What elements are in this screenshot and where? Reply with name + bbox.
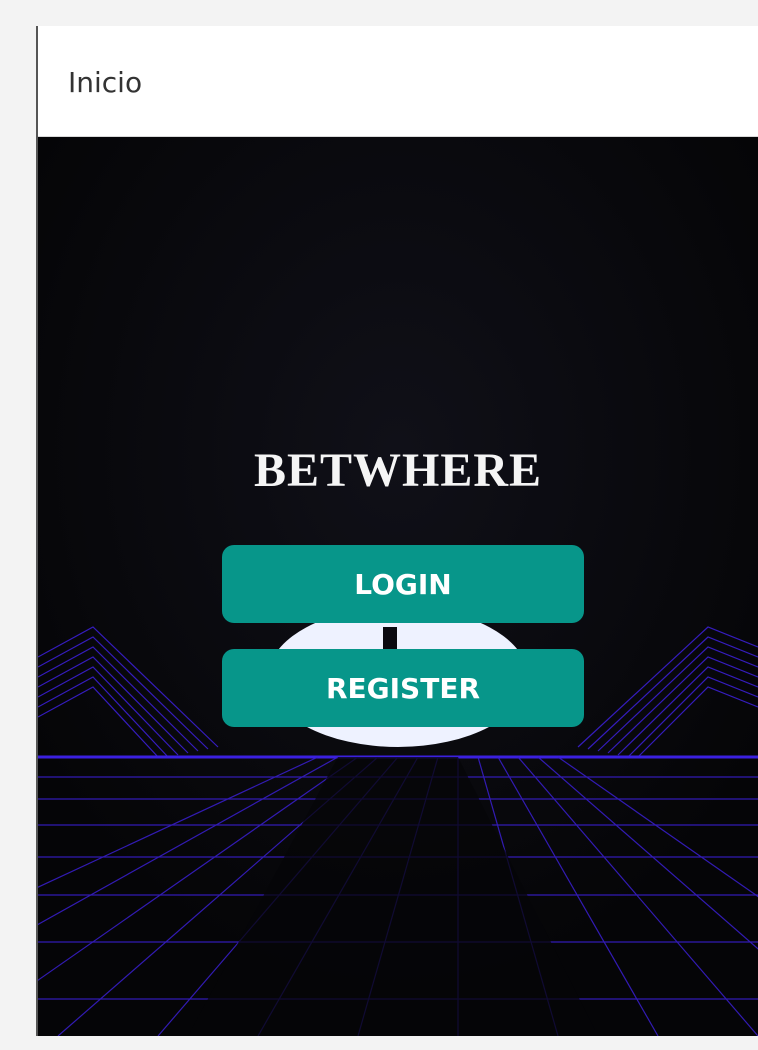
register-button[interactable]: REGISTER (222, 649, 584, 727)
title-bar: Inicio (38, 26, 758, 137)
login-button[interactable]: LOGIN (222, 545, 584, 623)
brand-title: BETWHERE (253, 444, 543, 497)
app-window: Inicio BETWHERE LOGIN REGISTER (36, 26, 758, 1036)
hero-section: BETWHERE LOGIN REGISTER (38, 137, 758, 1036)
window-title: Inicio (68, 66, 143, 99)
